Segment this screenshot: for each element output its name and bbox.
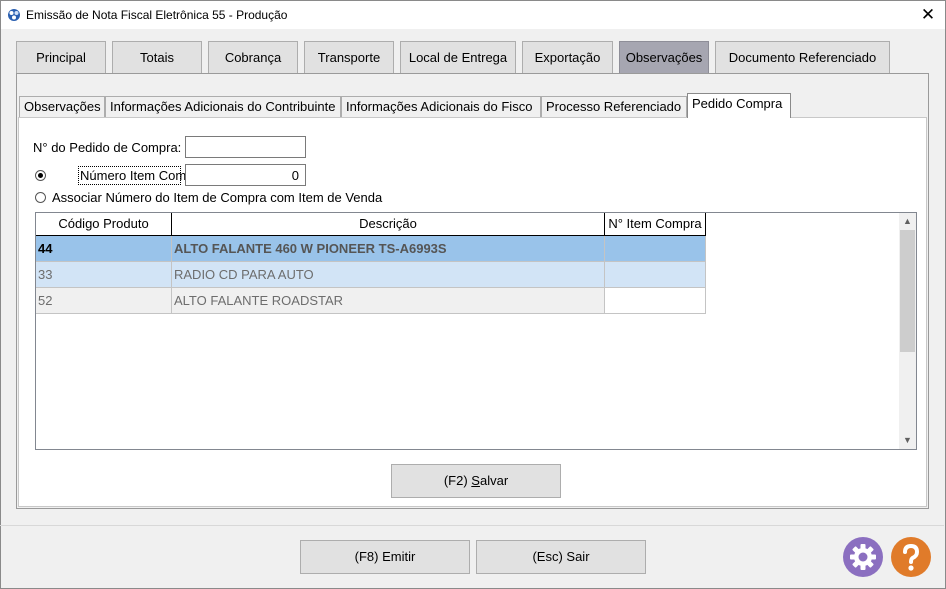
tab-transporte[interactable]: Transporte [304, 41, 394, 73]
tab-principal[interactable]: Principal [16, 41, 106, 73]
title-bar: Emissão de Nota Fiscal Eletrônica 55 - P… [1, 1, 945, 29]
subtab-info-fisco[interactable]: Informações Adicionais do Fisco [341, 96, 541, 118]
subtab-pedido-compra[interactable]: Pedido Compra [687, 93, 791, 118]
gear-glyph [850, 544, 876, 570]
pedido-compra-input[interactable] [185, 136, 306, 158]
emitir-button[interactable]: (F8) Emitir [300, 540, 470, 574]
radio-associar-item[interactable] [35, 192, 46, 203]
radio-numero-item-compra[interactable] [35, 170, 46, 181]
salvar-button[interactable]: (F2) Salvar [391, 464, 561, 498]
column-header-item-compra[interactable]: N° Item Compra [605, 213, 706, 236]
column-header-descricao[interactable]: Descrição [172, 213, 605, 236]
help-icon[interactable] [891, 537, 931, 577]
tab-exportacao[interactable]: Exportação [522, 41, 613, 73]
numero-item-compra-input[interactable] [185, 164, 306, 186]
salvar-prefix: (F2) [443, 473, 472, 488]
table-row-item-compra[interactable] [605, 262, 706, 288]
subtab-observacoes[interactable]: Observações [19, 96, 105, 118]
gear-icon[interactable] [843, 537, 883, 577]
window-title: Emissão de Nota Fiscal Eletrônica 55 - P… [26, 8, 288, 22]
table-row-item-compra[interactable] [605, 236, 706, 262]
tab-totais[interactable]: Totais [112, 41, 202, 73]
salvar-rest: alvar [479, 473, 509, 488]
table-row-codigo[interactable]: 33 [36, 262, 172, 288]
subtab-processo-referenciado[interactable]: Processo Referenciado [541, 96, 687, 118]
table-row-item-compra[interactable] [605, 288, 706, 314]
tab-observacoes[interactable]: Observações [619, 41, 709, 73]
app-icon [8, 9, 20, 21]
sair-button[interactable]: (Esc) Sair [476, 540, 646, 574]
table-row-descricao[interactable]: ALTO FALANTE 460 W PIONEER TS-A6993S [172, 236, 605, 262]
tab-documento-referenciado[interactable]: Documento Referenciado [715, 41, 890, 73]
itens-grid[interactable]: Código Produto Descrição N° Item Compra … [35, 212, 917, 450]
table-row-descricao[interactable]: ALTO FALANTE ROADSTAR [172, 288, 605, 314]
radio-associar-item-label[interactable]: Associar Número do Item de Compra com It… [52, 190, 382, 205]
scroll-down-icon[interactable]: ▼ [899, 432, 916, 449]
pedido-compra-label: N° do Pedido de Compra: [33, 140, 182, 155]
close-icon[interactable]: ✕ [917, 4, 939, 26]
question-glyph [903, 543, 920, 571]
tab-cobranca[interactable]: Cobrança [208, 41, 298, 73]
table-row-descricao[interactable]: RADIO CD PARA AUTO [172, 262, 605, 288]
table-row-codigo[interactable]: 52 [36, 288, 172, 314]
scroll-up-icon[interactable]: ▲ [899, 213, 916, 230]
column-header-codigo[interactable]: Código Produto [36, 213, 172, 236]
subtab-info-contribuinte[interactable]: Informações Adicionais do Contribuinte [105, 96, 341, 118]
footer-divider [0, 525, 944, 526]
table-row-codigo[interactable]: 44 [36, 236, 172, 262]
grid-scrollbar[interactable]: ▲ ▼ [899, 213, 916, 449]
scroll-thumb[interactable] [900, 230, 915, 352]
salvar-hotkey: S [471, 473, 480, 488]
tab-local-de-entrega[interactable]: Local de Entrega [400, 41, 516, 73]
